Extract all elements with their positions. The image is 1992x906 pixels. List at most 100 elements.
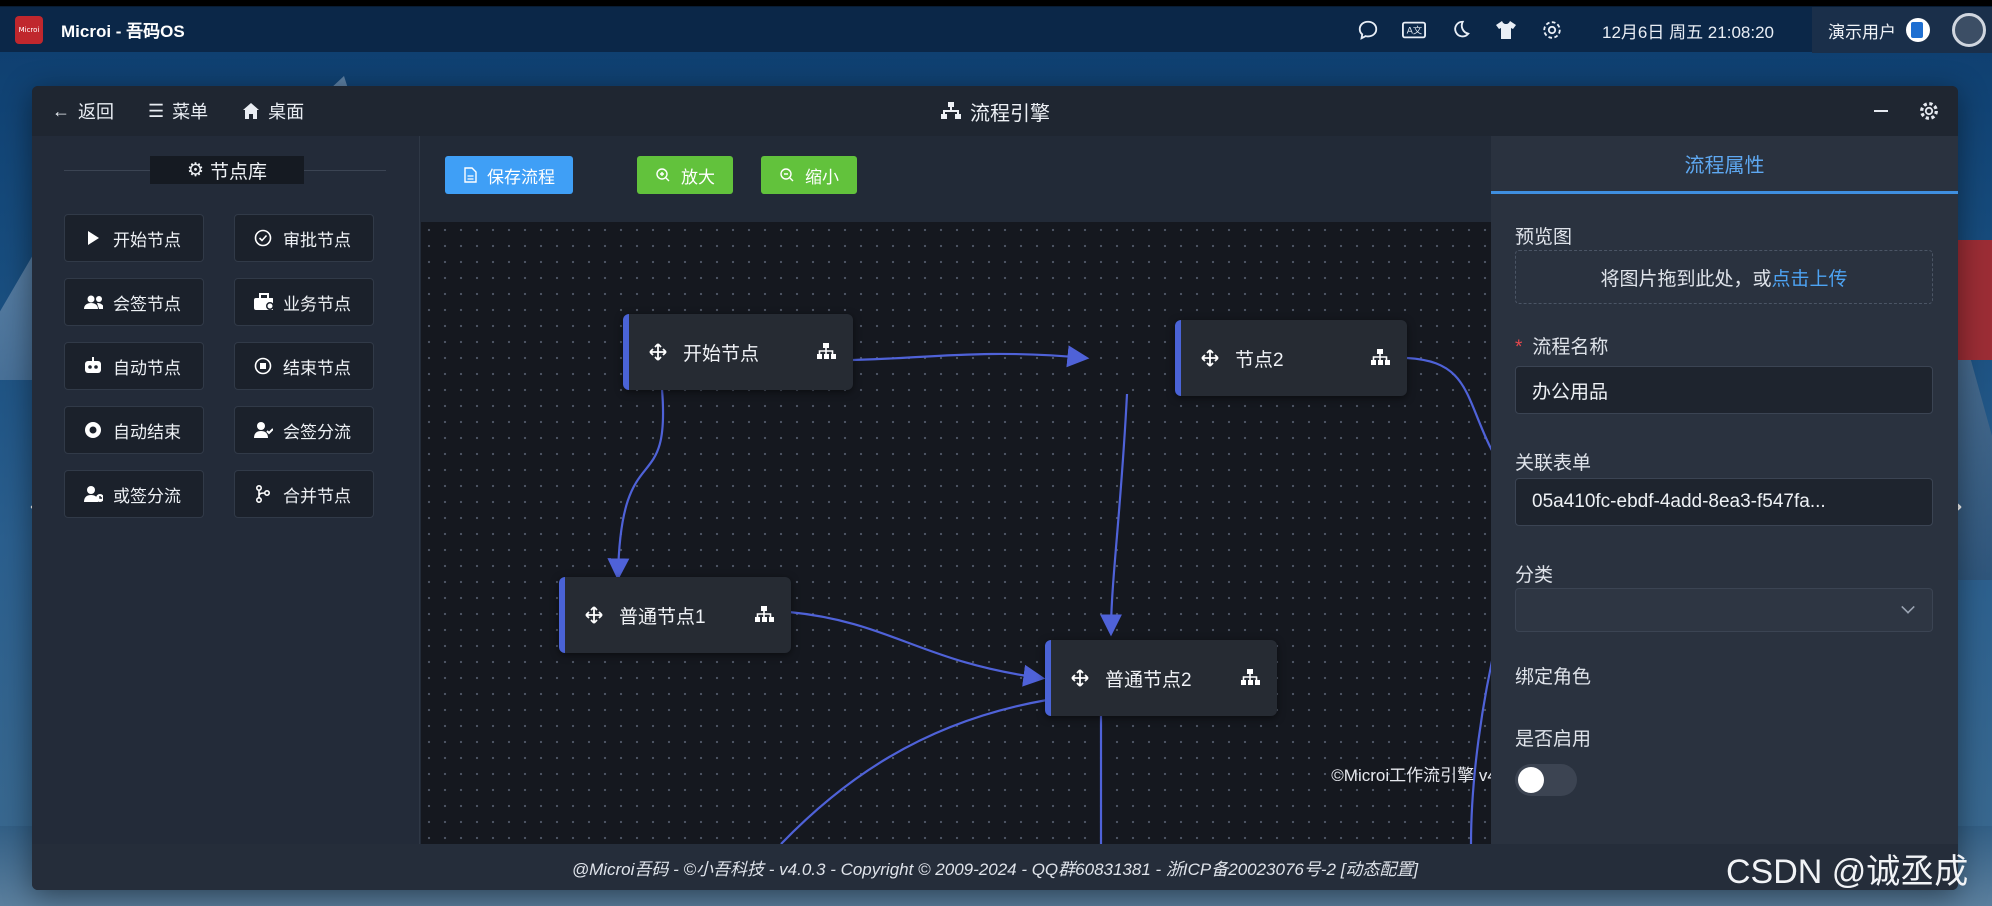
translate-icon[interactable]: A文 (1402, 18, 1426, 42)
node-label: 自动结束 (113, 422, 181, 442)
user-menu[interactable]: 演示用户 (1812, 7, 1992, 53)
flow-canvas[interactable]: 开始节点 节点2 普通节点1 普通节点2 ©Microi工作流引擎 v4.0 (421, 222, 1523, 844)
edge-node2-to-normal2 (1100, 393, 1129, 637)
flow-node-start[interactable]: 开始节点 (623, 314, 853, 390)
sitemap-icon[interactable] (1239, 666, 1261, 688)
flow-node-label: 开始节点 (683, 343, 760, 365)
required-marker: * (1515, 337, 1523, 358)
category-select[interactable] (1515, 588, 1933, 632)
node-countersign-split[interactable]: 会签分流 (234, 406, 374, 454)
node-countersign[interactable]: 会签节点 (64, 278, 204, 326)
window-footer: @Microi吾码 - ©小吾科技 - v4.0.3 - Copyright ©… (32, 844, 1958, 890)
move-icon[interactable] (1069, 667, 1091, 689)
node-label: 开始节点 (113, 230, 181, 250)
record-icon (83, 420, 103, 440)
flow-node-2[interactable]: 节点2 (1175, 320, 1407, 396)
node-start[interactable]: 开始节点 (64, 214, 204, 262)
enabled-label: 是否启用 (1515, 729, 1592, 750)
node-label: 自动节点 (113, 358, 181, 378)
robot-icon (83, 356, 103, 376)
node-auto[interactable]: 自动节点 (64, 342, 204, 390)
node-label: 结束节点 (283, 358, 351, 378)
node-end[interactable]: 结束节点 (234, 342, 374, 390)
window-title: 流程引擎 (32, 97, 1958, 126)
node-business[interactable]: 业务节点 (234, 278, 374, 326)
canvas-toolbar: 保存流程 放大 缩小 (421, 136, 1523, 222)
flow-edges (607, 345, 1512, 844)
zoom-out-label: 缩小 (805, 167, 839, 187)
play-icon (83, 228, 103, 248)
node-label: 会签分流 (283, 422, 351, 442)
related-form-input[interactable]: 05a410fc-ebdf-4add-8ea3-f547fa... (1515, 478, 1933, 526)
node-or-split[interactable]: 或签分流 (64, 470, 204, 518)
node-label: 合并节点 (283, 486, 351, 506)
briefcase-icon (253, 292, 273, 312)
save-flow-label: 保存流程 (487, 167, 555, 187)
flow-name-input[interactable]: 办公用品 (1515, 366, 1933, 414)
chevron-down-icon (1901, 600, 1915, 614)
user-clock-icon (83, 484, 103, 504)
csdn-watermark: CSDN @诚丞成 (1726, 853, 1969, 891)
window-settings-icon[interactable] (1918, 100, 1940, 122)
node-label: 审批节点 (283, 230, 351, 250)
zoom-out-icon (780, 168, 794, 182)
window-title-text: 流程引擎 (970, 102, 1050, 125)
user-check-icon (253, 420, 273, 440)
node-library: ⚙ 节点库 开始节点 审批节点 会签节点 业务节点 自动节点 结束节点 自动结束… (32, 136, 420, 844)
node-label: 业务节点 (283, 294, 351, 314)
flow-node-normal-1[interactable]: 普通节点1 (559, 577, 791, 653)
sitemap-icon[interactable] (753, 603, 775, 625)
move-icon[interactable] (1199, 347, 1221, 369)
flow-node-normal-2[interactable]: 普通节点2 (1045, 640, 1277, 716)
image-upload-dropzone[interactable]: 将图片拖到此处，或 点击上传 (1515, 250, 1933, 304)
library-title: ⚙ 节点库 (150, 156, 304, 184)
user-name: 演示用户 (1828, 22, 1896, 42)
tab-flow-properties[interactable]: 流程属性 (1491, 136, 1958, 194)
zoom-in-button[interactable]: 放大 (637, 156, 733, 194)
library-title-text: 节点库 (210, 161, 268, 183)
node-label: 会签节点 (113, 294, 181, 314)
save-flow-button[interactable]: 保存流程 (445, 156, 573, 194)
node-auto-end[interactable]: 自动结束 (64, 406, 204, 454)
enabled-toggle[interactable] (1515, 764, 1577, 796)
cog-icon: ⚙ (186, 159, 205, 181)
chat-icon[interactable] (1356, 18, 1380, 42)
zoom-in-icon (656, 168, 670, 182)
flow-node-label: 普通节点2 (1105, 669, 1192, 691)
properties-panel: 流程属性 预览图 将图片拖到此处，或 点击上传 * 流程名称 办公用品 关联表单 0… (1491, 136, 1958, 844)
flow-node-label: 普通节点1 (619, 606, 706, 628)
branch-icon (253, 484, 273, 504)
taskbar: Microi Microi - 吾码OS A文 12月6日 周五 21:08:2… (0, 6, 1992, 53)
sitemap-icon[interactable] (1369, 346, 1391, 368)
app-logo[interactable]: Microi (15, 15, 43, 44)
bind-role-label: 绑定角色 (1515, 667, 1592, 688)
minimize-icon[interactable] (1874, 110, 1888, 112)
move-icon[interactable] (647, 341, 669, 363)
document-icon (464, 167, 477, 183)
node-merge[interactable]: 合并节点 (234, 470, 374, 518)
flow-name-label: * 流程名称 (1515, 332, 1608, 359)
window-controls (1874, 86, 1940, 136)
flow-name-label-text: 流程名称 (1532, 337, 1609, 358)
stop-circle-icon (253, 356, 273, 376)
node-approval[interactable]: 审批节点 (234, 214, 374, 262)
os-brand: Microi - 吾码OS (61, 22, 185, 41)
moon-icon[interactable] (1448, 18, 1472, 42)
node-label: 或签分流 (113, 486, 181, 506)
zoom-out-button[interactable]: 缩小 (761, 156, 857, 194)
edge-start-to-normal1 (607, 388, 665, 581)
clock: 12月6日 周五 21:08:20 (1602, 22, 1774, 42)
settings-circle-icon[interactable] (1952, 13, 1986, 47)
sitemap-icon (941, 102, 961, 119)
edge-normal2-left (780, 698, 1048, 844)
gear-icon[interactable] (1540, 18, 1564, 42)
avatar[interactable] (1906, 18, 1930, 42)
move-icon[interactable] (583, 604, 605, 626)
canvas-watermark: ©Microi工作流引擎 v4.0 (1331, 766, 1511, 785)
shirt-icon[interactable] (1494, 18, 1518, 42)
sitemap-icon[interactable] (815, 340, 837, 362)
flow-engine-window: 流程引擎 ← 返回 ☰ 菜单 桌面 ⚙ 节点库 开始节点 审批节点 会签节点 业… (32, 86, 1958, 890)
svg-text:A文: A文 (1407, 25, 1423, 37)
flow-node-label: 节点2 (1235, 349, 1284, 371)
upload-link[interactable]: 点击上传 (1772, 264, 1848, 291)
